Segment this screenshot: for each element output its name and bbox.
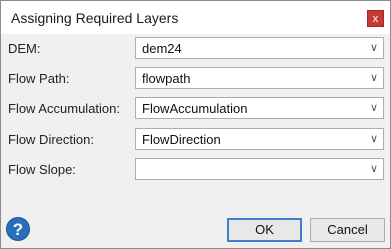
flow-direction-select-value: FlowDirection [142, 132, 221, 147]
dem-label: DEM: [8, 41, 41, 56]
chevron-down-icon: ∨ [369, 102, 378, 114]
help-icon: ? [12, 220, 24, 239]
chevron-down-icon: ∨ [369, 163, 378, 175]
ok-button[interactable]: OK [227, 218, 302, 242]
flow-path-label: Flow Path: [8, 71, 70, 86]
flow-accumulation-select-value: FlowAccumulation [142, 101, 248, 116]
flow-slope-label: Flow Slope: [8, 162, 76, 177]
flow-direction-label: Flow Direction: [8, 132, 94, 147]
flow-direction-select[interactable]: FlowDirection ∨ [135, 128, 384, 150]
dem-select-value: dem24 [142, 41, 182, 56]
flow-path-select[interactable]: flowpath ∨ [135, 67, 384, 89]
close-button[interactable]: x [367, 10, 384, 27]
close-icon: x [372, 13, 379, 25]
flow-path-select-value: flowpath [142, 71, 191, 86]
dem-select[interactable]: dem24 ∨ [135, 37, 384, 59]
dialog-title: Assigning Required Layers [11, 10, 179, 26]
chevron-down-icon: ∨ [369, 72, 378, 84]
assign-layers-dialog: Assigning Required Layers x DEM: dem24 ∨… [0, 0, 391, 249]
cancel-button[interactable]: Cancel [310, 218, 385, 242]
title-bar: Assigning Required Layers x [1, 1, 390, 34]
flow-slope-select[interactable]: ∨ [135, 158, 384, 180]
help-button[interactable]: ? [6, 217, 30, 241]
chevron-down-icon: ∨ [369, 42, 378, 54]
chevron-down-icon: ∨ [369, 133, 378, 145]
flow-accumulation-select[interactable]: FlowAccumulation ∨ [135, 97, 384, 119]
flow-accumulation-label: Flow Accumulation: [8, 101, 120, 116]
